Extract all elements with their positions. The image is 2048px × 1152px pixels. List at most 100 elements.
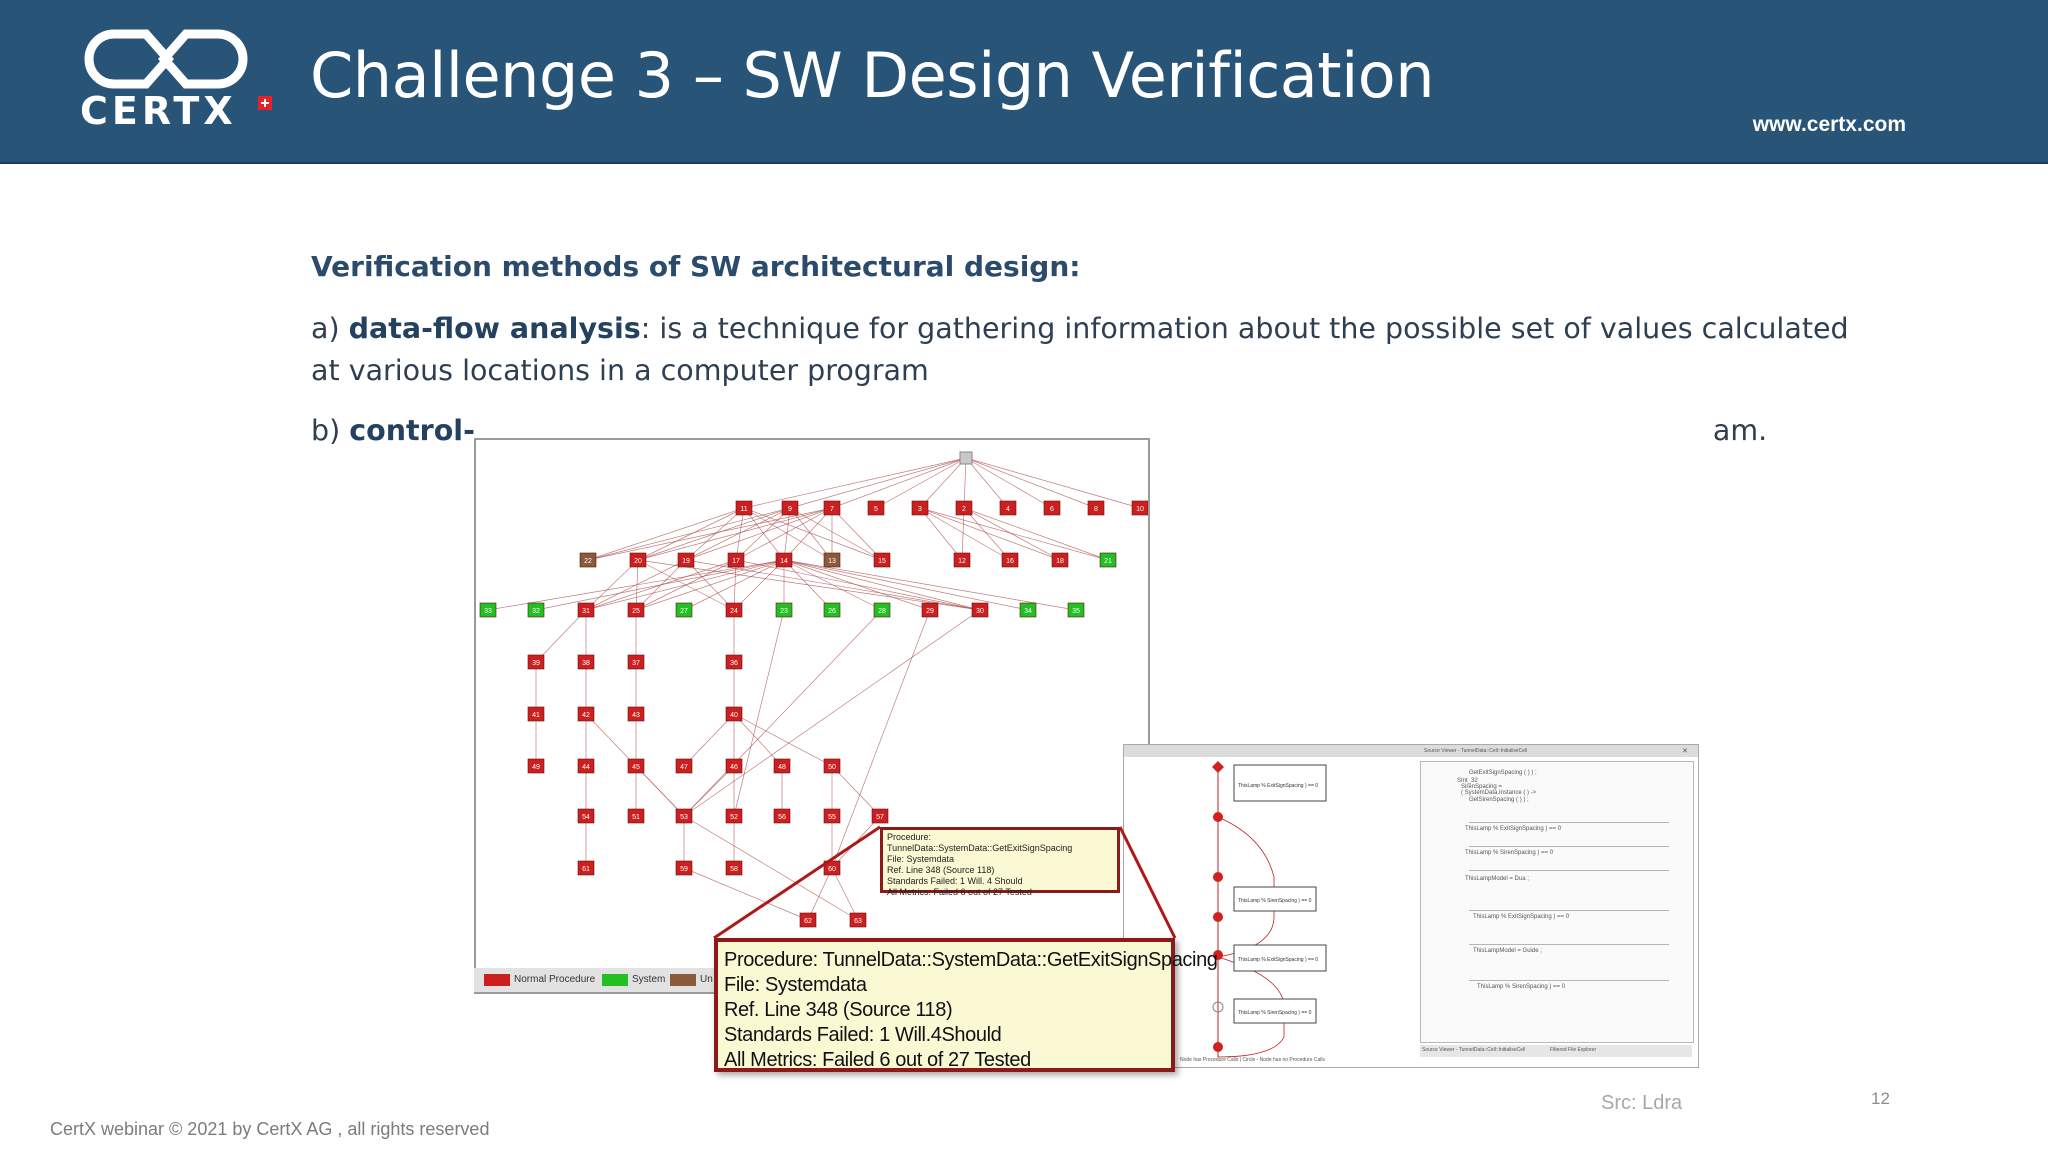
code-separator [1469, 846, 1669, 847]
certx-logo-icon [84, 29, 248, 89]
graph-edge [637, 507, 791, 561]
graph-edge [735, 559, 981, 611]
slide-title: Challenge 3 – SW Design Verification [310, 39, 1435, 112]
legend-un-swatch [670, 974, 696, 986]
tooltip-small-procedure: Procedure: TunnelData::SystemData::GetEx… [887, 832, 1073, 853]
code-line-4: ( SystemData.Instance ( ) -> [1461, 790, 1537, 796]
graph-node-label: 58 [730, 866, 738, 873]
graph-edge [637, 507, 745, 561]
tab-source-viewer[interactable]: Source Viewer - TunnelData::Cell::Initia… [1422, 1047, 1525, 1053]
graph-node-label: 20 [634, 558, 642, 565]
tab-filtered-file-explorer[interactable]: Filtered File Explorer [1550, 1047, 1596, 1053]
tooltip-small-metrics: All Metrics: Failed 6 out of 27 Tested [887, 887, 1032, 897]
code-line-10: ThisLampModel = Guide ; [1473, 948, 1542, 954]
graph-edge [919, 457, 967, 509]
tooltip-large-procedure: Procedure: TunnelData::SystemData::GetEx… [724, 949, 1218, 971]
graph-edge [965, 457, 1141, 509]
call-graph-panel: 2 3 4 5 6 7 8 9 10 11 12 13 14 15 16 17 18 19 20 21 22 23 24 25… [474, 438, 1150, 994]
source-note: Src: Ldra [1601, 1092, 1683, 1114]
graph-node-label: 19 [682, 558, 690, 565]
graph-node-label: 42 [582, 712, 590, 719]
source-viewer-tabs: Source Viewer - TunnelData::Cell::Initia… [1420, 1045, 1692, 1057]
graph-edge [965, 457, 1097, 509]
graph-node-label: 10 [1136, 506, 1144, 513]
graph-edge [919, 507, 1109, 561]
graph-edge [535, 609, 587, 663]
graph-edge [635, 559, 687, 611]
graph-node-label: 5 [874, 506, 878, 513]
graph-node-label: 14 [780, 558, 788, 565]
graph-edge [963, 507, 1109, 561]
graph-edge [963, 507, 1061, 561]
graph-edge [963, 457, 967, 509]
graph-node-label: 63 [854, 918, 862, 925]
graph-edge [831, 815, 881, 869]
graph-node-label: 48 [778, 764, 786, 771]
graph-edge [783, 507, 791, 561]
call-graph: 23 45 67 89 1011121314 15 1617 181920 2122232425… [479, 451, 1149, 928]
flow-box-1: ThisLamp % ExitSignSpacing ) == 0 [1238, 783, 1318, 789]
method-a-term: data-flow analysis [348, 312, 641, 345]
graph-edge [685, 507, 791, 561]
code-separator [1469, 910, 1669, 911]
method-b-prefix: b) [311, 414, 350, 447]
graph-edge [875, 457, 967, 509]
legend-system-label: System [632, 974, 666, 985]
code-separator [1469, 944, 1669, 945]
graph-node-label: 11 [740, 506, 747, 513]
graph-node-label: 33 [484, 608, 492, 615]
graph-node-label: 24 [730, 608, 738, 615]
graph-edge [961, 507, 965, 561]
slide-header: CERTX Challenge 3 – SW Design Verificati… [0, 0, 2048, 164]
graph-node-label: 23 [780, 608, 788, 615]
graph-node-label: 41 [532, 712, 540, 719]
graph-node-label: 44 [582, 764, 590, 771]
procedure-tooltip-small: Procedure: TunnelData::SystemData::GetEx… [880, 827, 1120, 897]
graph-edge [587, 507, 833, 561]
graph-edge [963, 507, 1011, 561]
method-a-prefix: a) [311, 312, 349, 345]
source-viewer-panel: Source Viewer - TunnelData::Cell::Initia… [1123, 744, 1699, 1068]
section-heading: Verification methods of SW architectural… [311, 250, 1081, 283]
slide-number: 12 [1871, 1089, 1890, 1108]
graph-node-label: 17 [732, 558, 740, 565]
graph-edge [965, 457, 1053, 509]
graph-node-label: 34 [1024, 608, 1032, 615]
close-icon[interactable]: ✕ [1682, 747, 1688, 755]
source-viewer-toolbar: Source Viewer - TunnelData::Cell::Initia… [1124, 745, 1698, 757]
source-viewer-title: Source Viewer - TunnelData::Cell::Initia… [1424, 748, 1528, 754]
legend-normal-label: Normal Procedure [514, 974, 596, 985]
website-link[interactable]: www.certx.com [1753, 113, 1906, 137]
footer-copyright: CertX webinar © 2021 by CertX AG , all r… [50, 1119, 490, 1139]
legend-normal-swatch [484, 974, 510, 986]
graph-node-label: 6 [1050, 506, 1054, 513]
graph-node-label: 52 [730, 814, 738, 821]
graph-node-label: 3 [918, 506, 922, 513]
graph-node-label: 22 [584, 558, 592, 565]
flow-box-4: ThisLamp % SirenSpacing ) == 0 [1238, 1010, 1312, 1016]
graph-legend: Normal Procedure System Un [474, 968, 724, 992]
graph-edge [789, 507, 883, 561]
graph-edge [743, 507, 833, 561]
graph-node-label: 27 [680, 608, 688, 615]
code-separator [1469, 870, 1669, 871]
graph-edge [919, 507, 1011, 561]
graph-node-label: 28 [878, 608, 886, 615]
procedure-tooltip-large: Procedure: TunnelData::SystemData::GetEx… [714, 938, 1218, 1072]
graph-edge [783, 559, 1029, 611]
graph-edge [637, 559, 735, 611]
graph-node-label: 56 [778, 814, 786, 821]
graph-root-node[interactable] [959, 451, 973, 465]
graph-node-label: 9 [788, 506, 792, 513]
tooltip-small-standards: Standards Failed: 1 Will. 4 Should [887, 876, 1023, 886]
graph-node-label: 60 [828, 866, 836, 873]
graph-node-label: 43 [632, 712, 640, 719]
code-separator [1469, 822, 1669, 823]
graph-node-label: 32 [532, 608, 540, 615]
graph-edge [743, 457, 967, 509]
graph-node-label: 54 [582, 814, 590, 821]
source-code-editor[interactable]: GetExitSignSpacing ( ) ) ; SInt_32 Siren… [1420, 761, 1694, 1043]
graph-edge [733, 713, 833, 767]
flow-box-2: ThisLamp % SirenSpacing ) == 0 [1238, 898, 1312, 904]
graph-node-label: 21 [1104, 558, 1112, 565]
